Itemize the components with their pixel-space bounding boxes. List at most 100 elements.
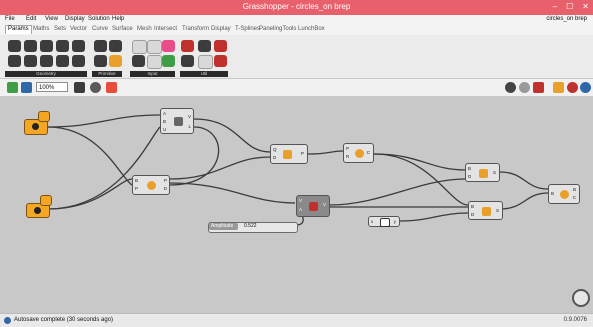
wire bbox=[169, 126, 220, 186]
amplitude-component[interactable]: V A V bbox=[296, 195, 330, 217]
vector-icon bbox=[174, 117, 183, 126]
zoom-extents-icon[interactable] bbox=[74, 82, 85, 93]
amplitude-slider[interactable]: Amplitude 0.522 bbox=[208, 222, 298, 233]
window-title: Grasshopper - circles_on brep bbox=[242, 2, 351, 11]
galapagos-icon[interactable] bbox=[181, 40, 194, 52]
menu-edit[interactable]: Edit bbox=[26, 16, 36, 22]
tab-surface[interactable]: Surface bbox=[110, 26, 135, 34]
menu-help[interactable]: Help bbox=[112, 16, 124, 22]
circle-component[interactable]: P R C bbox=[343, 143, 374, 163]
plane-param-icon[interactable] bbox=[72, 55, 85, 67]
version-label: 0.9.0076 bbox=[563, 317, 587, 323]
geometry-param-tab[interactable] bbox=[40, 195, 52, 206]
wire bbox=[499, 192, 549, 210]
tab-params[interactable]: Params bbox=[5, 25, 32, 34]
warning-icon[interactable] bbox=[214, 55, 227, 67]
document-name: circles_on brep bbox=[546, 16, 587, 22]
sketch-icon[interactable] bbox=[106, 82, 117, 93]
save-file-icon[interactable] bbox=[21, 82, 32, 93]
slider-value: 0.522 bbox=[244, 223, 257, 229]
number-slider-icon[interactable] bbox=[132, 40, 147, 54]
path-param-icon[interactable] bbox=[109, 55, 122, 67]
gradient-icon[interactable] bbox=[162, 40, 175, 52]
integer-param-icon[interactable] bbox=[109, 40, 122, 52]
curve-param-icon[interactable] bbox=[8, 55, 21, 67]
tab-vector[interactable]: Vector bbox=[68, 26, 89, 34]
ribbon-group-input[interactable]: Input bbox=[130, 71, 175, 77]
move-icon bbox=[479, 169, 488, 178]
curve-point-component[interactable]: Q D P bbox=[270, 144, 308, 164]
data-dam-icon[interactable] bbox=[198, 40, 211, 52]
ribbon-group-util[interactable]: Util bbox=[180, 71, 228, 77]
fitness-icon[interactable] bbox=[181, 55, 194, 67]
tab-lunchbox[interactable]: LunchBox bbox=[296, 26, 327, 34]
circle-param-icon[interactable] bbox=[24, 40, 37, 52]
wire bbox=[193, 118, 271, 153]
zoom-dropdown[interactable]: 100% bbox=[36, 82, 68, 92]
brep-output-component[interactable]: B B C bbox=[548, 184, 580, 204]
move-component-2[interactable]: B D S bbox=[468, 201, 503, 220]
circle-icon bbox=[355, 149, 364, 158]
point-component[interactable]: B P P D bbox=[132, 175, 170, 195]
wire bbox=[499, 171, 549, 190]
shaded-preview-icon[interactable] bbox=[519, 82, 530, 93]
move-icon bbox=[482, 207, 491, 216]
number-param-icon[interactable] bbox=[94, 55, 107, 67]
ribbon-group-geometry[interactable]: Geometry bbox=[5, 71, 87, 77]
amplitude-icon bbox=[309, 202, 318, 211]
tab-display[interactable]: Display bbox=[209, 26, 233, 34]
mesh-param-icon[interactable] bbox=[56, 55, 69, 67]
brep-param-icon[interactable] bbox=[72, 40, 85, 52]
cluster-icon[interactable] bbox=[214, 40, 227, 52]
navigation-compass-icon[interactable] bbox=[572, 289, 590, 307]
brep-icon bbox=[32, 123, 39, 130]
grasshopper-canvas[interactable]: A B U V L B P P D Q D P P R C V A V Ampl… bbox=[0, 97, 593, 313]
close-icon[interactable]: ✕ bbox=[582, 2, 589, 11]
vector-component[interactable]: A B U V L bbox=[160, 108, 194, 134]
maximize-icon[interactable]: ☐ bbox=[566, 2, 573, 11]
menu-solution[interactable]: Solution bbox=[88, 16, 110, 22]
tab-transform[interactable]: Transform bbox=[180, 26, 211, 34]
wire bbox=[169, 182, 296, 204]
tab-mesh[interactable]: Mesh bbox=[135, 26, 154, 34]
help-icon[interactable] bbox=[580, 82, 591, 93]
negative-icon bbox=[380, 218, 390, 227]
ribbon-group-primitive[interactable]: Primitive bbox=[92, 71, 122, 77]
value-list-icon[interactable] bbox=[147, 55, 162, 69]
wire bbox=[307, 150, 344, 155]
wire bbox=[169, 156, 271, 180]
wire bbox=[47, 178, 133, 210]
menu-display[interactable]: Display bbox=[65, 16, 85, 22]
menu-file[interactable]: File bbox=[5, 16, 15, 22]
tab-curve[interactable]: Curve bbox=[90, 26, 110, 34]
brep-param-tab[interactable] bbox=[38, 111, 50, 122]
slider-label: Amplitude bbox=[209, 223, 238, 230]
fancy-wires-icon[interactable] bbox=[567, 82, 578, 93]
move-component-1[interactable]: B D S bbox=[465, 163, 500, 182]
output-icon bbox=[560, 190, 569, 199]
panel-icon[interactable] bbox=[147, 40, 162, 54]
boolean-param-icon[interactable] bbox=[94, 40, 107, 52]
open-file-icon[interactable] bbox=[7, 82, 18, 93]
tab-panelingtools[interactable]: PanelingTools bbox=[257, 26, 298, 34]
wireframe-preview-icon[interactable] bbox=[505, 82, 516, 93]
point-param-icon[interactable] bbox=[24, 55, 37, 67]
colour-swatch-icon[interactable] bbox=[162, 55, 175, 67]
tab-sets[interactable]: Sets bbox=[52, 26, 68, 34]
menu-view[interactable]: View bbox=[45, 16, 58, 22]
preview-icon[interactable] bbox=[90, 82, 101, 93]
selected-preview-icon[interactable] bbox=[533, 82, 544, 93]
geometry-param-icon[interactable] bbox=[8, 40, 21, 52]
negative-component[interactable]: x y bbox=[368, 216, 400, 227]
bake-icon[interactable] bbox=[553, 82, 564, 93]
tab-intersect[interactable]: Intersect bbox=[152, 26, 179, 34]
tab-maths[interactable]: Maths bbox=[31, 26, 51, 34]
arc-param-icon[interactable] bbox=[40, 40, 53, 52]
relay-icon[interactable] bbox=[198, 55, 213, 69]
box-param-icon[interactable] bbox=[56, 40, 69, 52]
minimize-icon[interactable]: – bbox=[553, 2, 557, 11]
toggle-icon[interactable] bbox=[132, 55, 145, 67]
line-param-icon[interactable] bbox=[40, 55, 53, 67]
wire bbox=[329, 178, 466, 206]
geometry-icon bbox=[34, 207, 41, 214]
